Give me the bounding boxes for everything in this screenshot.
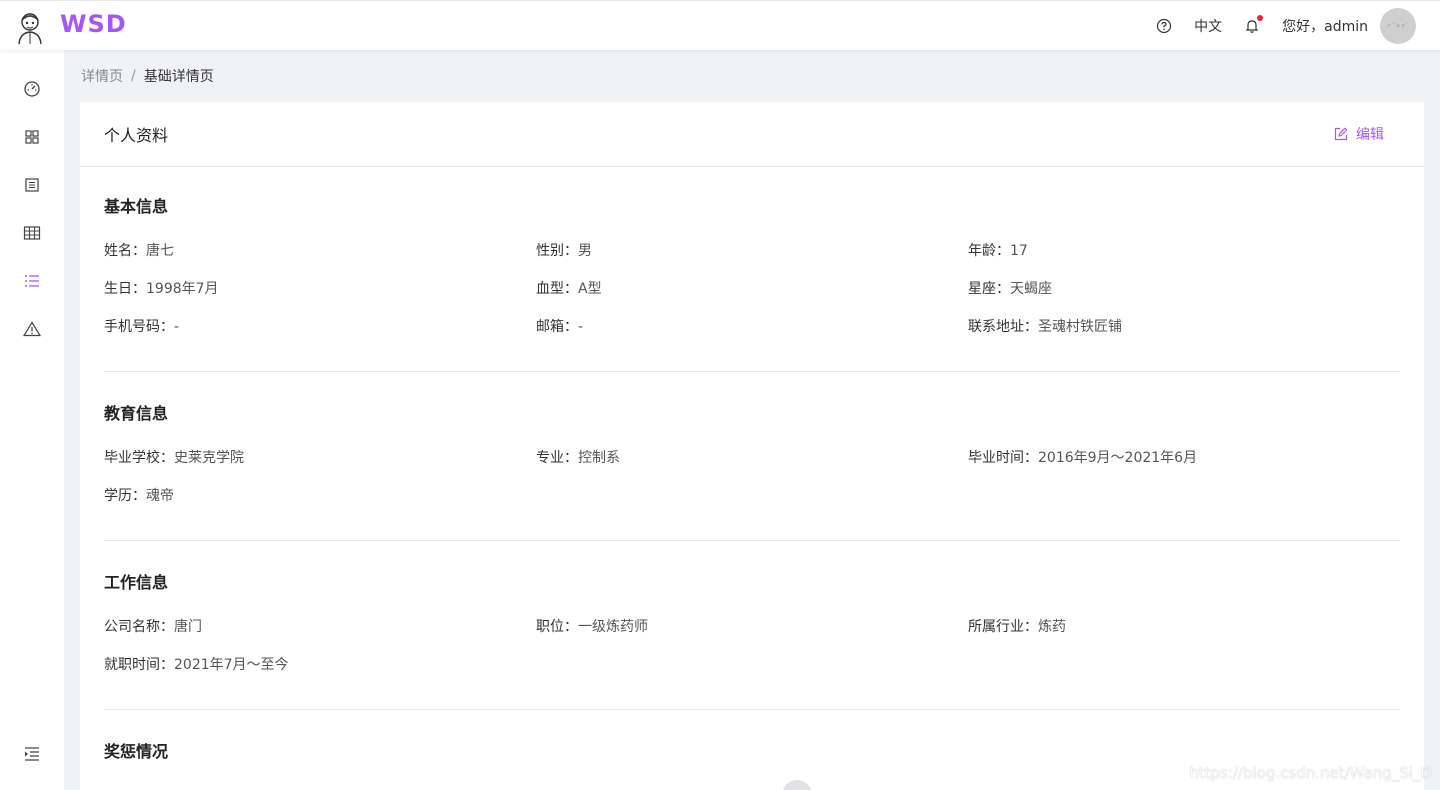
table-icon <box>23 226 41 240</box>
edit-icon <box>1334 127 1348 141</box>
notification-dot <box>1257 15 1264 21</box>
field-birthday: 生日：1998年7月 <box>104 281 219 297</box>
sidebar-item-grid[interactable] <box>22 127 42 147</box>
section-title: 教育信息 <box>104 404 169 423</box>
list-icon <box>25 275 39 287</box>
section-title: 工作信息 <box>104 573 169 592</box>
help-icon[interactable] <box>1156 18 1172 34</box>
sidebar-item-table[interactable] <box>22 223 42 243</box>
field-phone: 手机号码：- <box>104 319 180 335</box>
breadcrumb-parent[interactable]: 详情页 <box>81 66 123 86</box>
avatar-text: ㄏ ˇ ㄨ ㄛ ˋ <box>1387 23 1409 28</box>
card-title: 个人资料 <box>104 126 169 145</box>
field-zodiac: 星座：天蝎座 <box>968 281 1052 297</box>
edit-label: 编辑 <box>1356 127 1384 143</box>
section-divider <box>104 371 1400 372</box>
profile-card: 个人资料 编辑 基本信息 姓名：唐七 性别：男 年龄：17 生日：1998年7月… <box>80 102 1424 790</box>
dashboard-icon <box>24 81 40 97</box>
notification-bell[interactable] <box>1244 15 1264 34</box>
breadcrumb-current: 基础详情页 <box>143 69 214 85</box>
sidebar-item-warning[interactable] <box>22 319 42 339</box>
language-switch[interactable]: 中文 <box>1194 16 1222 36</box>
field-age: 年龄：17 <box>968 243 1028 259</box>
field-position: 职位：一级炼药师 <box>536 619 648 635</box>
basic-info-grid: 姓名：唐七 性别：男 年龄：17 生日：1998年7月 血型：A型 星座：天蝎座… <box>104 241 1400 355</box>
field-company: 公司名称：唐门 <box>104 619 202 635</box>
breadcrumb: 详情页 / 基础详情页 <box>81 66 214 86</box>
sidebar-collapse-toggle[interactable] <box>22 744 42 764</box>
user-greeting[interactable]: 您好，admin <box>1282 16 1368 36</box>
logo-text[interactable]: WSD <box>60 10 127 38</box>
sidebar-item-dashboard[interactable] <box>22 79 42 99</box>
section-title: 基本信息 <box>104 197 169 216</box>
form-icon <box>25 178 39 192</box>
grid-icon <box>25 130 39 144</box>
sidebar-item-list[interactable] <box>22 271 42 291</box>
section-divider <box>104 709 1400 710</box>
watermark: https://blog.csdn.net/Wang_Si_D <box>1189 764 1432 782</box>
field-address: 联系地址：圣魂村铁匠铺 <box>968 319 1122 335</box>
field-gender: 性别：男 <box>536 243 592 259</box>
sidebar-item-form[interactable] <box>22 175 42 195</box>
field-employment-time: 就职时间：2021年7月～至今 <box>104 657 289 673</box>
field-school: 毕业学校：史莱克学院 <box>104 450 244 466</box>
field-degree: 学历：魂帝 <box>104 488 174 504</box>
work-grid: 公司名称：唐门 职位：一级炼药师 所属行业：炼药 就职时间：2021年7月～至今 <box>104 617 1400 693</box>
top-header: WSD 中文 您好，admin ㄏ ˇ ㄨ ㄛ ˋ <box>0 0 1440 50</box>
field-graduation: 毕业时间：2016年9月～2021年6月 <box>968 450 1198 466</box>
section-title: 奖惩情况 <box>104 742 169 761</box>
field-name: 姓名：唐七 <box>104 243 174 259</box>
user-avatar[interactable]: ㄏ ˇ ㄨ ㄛ ˋ <box>1380 8 1416 44</box>
field-blood-type: 血型：A型 <box>536 281 602 297</box>
edit-button[interactable]: 编辑 <box>1334 124 1384 144</box>
section-awards: 奖惩情况 <box>104 738 1400 762</box>
field-major: 专业：控制系 <box>536 450 620 466</box>
warning-icon <box>23 321 41 337</box>
menu-fold-icon <box>25 747 39 761</box>
field-email: 邮箱：- <box>536 319 584 335</box>
section-divider <box>104 540 1400 541</box>
section-basic-info: 基本信息 姓名：唐七 性别：男 年龄：17 生日：1998年7月 血型：A型 星… <box>104 193 1400 355</box>
sidebar <box>0 50 64 790</box>
logo-avatar-icon <box>18 13 42 45</box>
breadcrumb-separator: / <box>131 68 136 84</box>
field-industry: 所属行业：炼药 <box>968 619 1066 635</box>
education-grid: 毕业学校：史莱克学院 专业：控制系 毕业时间：2016年9月～2021年6月 学… <box>104 448 1400 524</box>
card-header: 个人资料 编辑 <box>80 102 1424 167</box>
section-education: 教育信息 毕业学校：史莱克学院 专业：控制系 毕业时间：2016年9月～2021… <box>104 400 1400 524</box>
section-work: 工作信息 公司名称：唐门 职位：一级炼药师 所属行业：炼药 就职时间：2021年… <box>104 569 1400 693</box>
header-actions: 中文 您好，admin ㄏ ˇ ㄨ ㄛ ˋ <box>1156 1 1416 51</box>
